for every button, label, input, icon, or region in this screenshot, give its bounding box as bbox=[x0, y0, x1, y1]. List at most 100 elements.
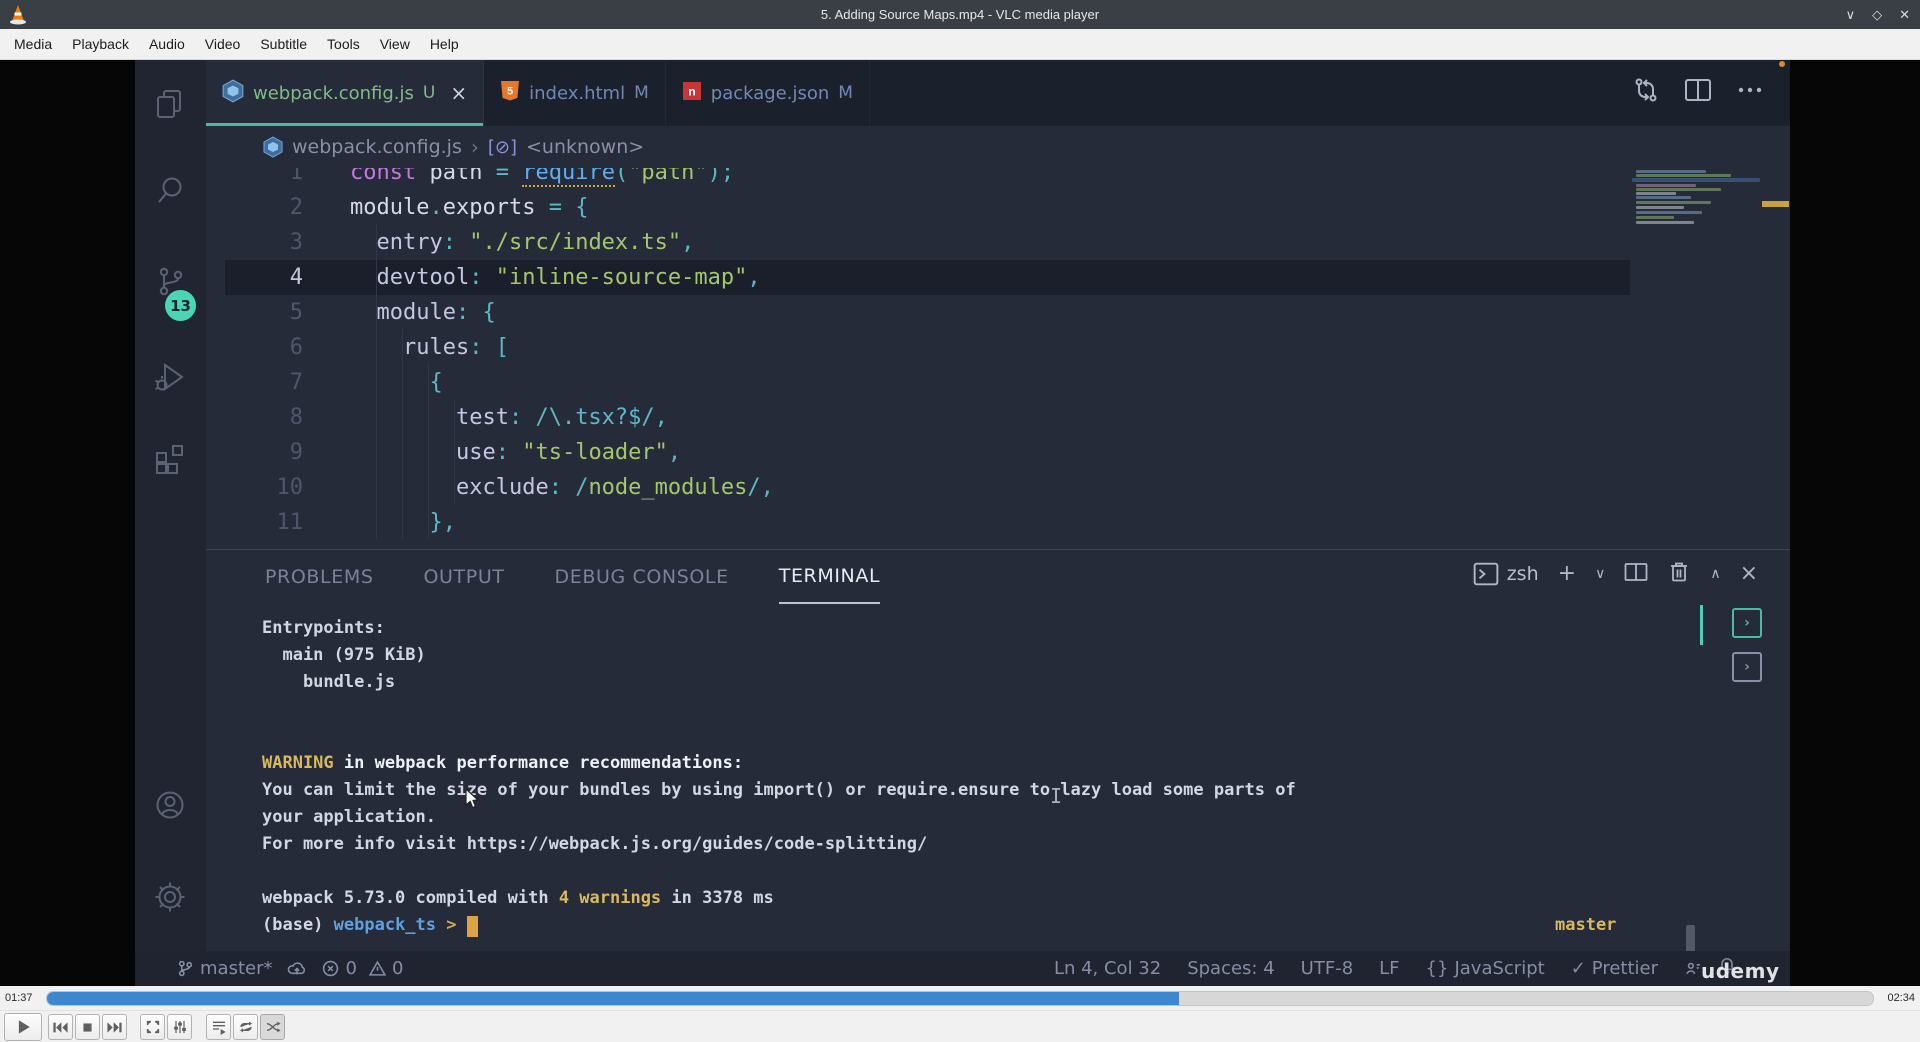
previous-button[interactable] bbox=[48, 1014, 73, 1040]
tab-index.html[interactable]: 5 index.html M bbox=[484, 60, 666, 126]
code-text: exclude: /node_modules/, bbox=[350, 470, 774, 505]
status-lf[interactable]: LF bbox=[1379, 958, 1399, 979]
code-line[interactable]: 6 rules: [ bbox=[225, 330, 1630, 365]
terminal-output[interactable]: Entrypoints: main (975 KiB) bundle.js WAR… bbox=[262, 615, 1296, 939]
code-line[interactable]: 9 use: "ts-loader", bbox=[225, 435, 1630, 470]
panel-tab-terminal[interactable]: TERMINAL bbox=[778, 550, 881, 604]
breadcrumb-symbol[interactable]: <unknown> bbox=[526, 136, 644, 158]
maximize-panel-icon[interactable]: ∧ bbox=[1710, 563, 1720, 585]
feedback-icon[interactable] bbox=[1684, 960, 1702, 977]
code-line[interactable]: 8 test: /\.tsx?$/, bbox=[225, 400, 1630, 435]
explorer-icon[interactable] bbox=[151, 85, 191, 125]
udemy-watermark: udemy bbox=[1701, 959, 1780, 983]
close-button[interactable]: ✕ bbox=[1899, 7, 1910, 23]
html-icon: 5 bbox=[500, 80, 520, 107]
shuffle-button[interactable] bbox=[260, 1014, 285, 1040]
run-debug-icon[interactable] bbox=[151, 358, 191, 398]
code-line[interactable]: 10 exclude: /node_modules/, bbox=[225, 470, 1630, 505]
terminal-session-2[interactable]: › bbox=[1732, 652, 1762, 682]
split-terminal-icon[interactable] bbox=[1624, 561, 1648, 587]
chevron-down-icon[interactable]: ∨ bbox=[1595, 563, 1605, 585]
status-javascript[interactable]: {} JavaScript bbox=[1426, 958, 1545, 979]
search-icon[interactable] bbox=[151, 172, 191, 212]
svg-text:5: 5 bbox=[507, 85, 513, 97]
minimap[interactable] bbox=[1632, 168, 1760, 226]
next-button[interactable] bbox=[102, 1014, 127, 1040]
status-item-label: LF bbox=[1379, 958, 1400, 979]
sync-item[interactable] bbox=[287, 960, 307, 977]
settings-gear-icon[interactable] bbox=[151, 878, 191, 918]
menu-view[interactable]: View bbox=[370, 29, 420, 59]
more-actions-icon[interactable] bbox=[1736, 76, 1764, 108]
extensions-icon[interactable] bbox=[151, 438, 191, 478]
menu-video[interactable]: Video bbox=[195, 29, 251, 59]
code-line[interactable]: 5 module: { bbox=[225, 295, 1630, 330]
warnings-count: 0 bbox=[391, 958, 404, 979]
kill-terminal-icon[interactable] bbox=[1667, 560, 1691, 588]
new-terminal-icon[interactable]: + bbox=[1558, 563, 1576, 585]
account-icon[interactable] bbox=[151, 786, 191, 826]
terminal-cursor bbox=[466, 916, 478, 937]
shell-label[interactable]: zsh bbox=[1507, 563, 1539, 585]
status-spaces-4[interactable]: Spaces: 4 bbox=[1187, 958, 1274, 979]
menu-help[interactable]: Help bbox=[420, 29, 469, 59]
errors-icon bbox=[323, 960, 339, 977]
code-line[interactable]: 2 module.exports = { bbox=[225, 190, 1630, 225]
window-controls: ∨ ◇ ✕ bbox=[1846, 0, 1910, 29]
panel-tab-problems[interactable]: PROBLEMS bbox=[265, 550, 374, 604]
minimap-line bbox=[1636, 174, 1731, 177]
playlist-button[interactable] bbox=[206, 1014, 231, 1040]
fullscreen-button[interactable] bbox=[140, 1014, 165, 1040]
split-editor-icon[interactable] bbox=[1684, 76, 1712, 108]
tab-webpack.config.js[interactable]: webpack.config.js U × bbox=[206, 60, 485, 126]
token: [ bbox=[495, 334, 509, 360]
status-item-label: Ln 4, Col 32 bbox=[1053, 958, 1162, 979]
loop-button[interactable] bbox=[233, 1014, 258, 1040]
symbol-icon: [⊘] bbox=[487, 136, 517, 158]
status-prettier[interactable]: ✓ Prettier bbox=[1571, 958, 1658, 979]
code-line[interactable]: 3 entry: "./src/index.ts", bbox=[225, 225, 1630, 260]
minimap-line bbox=[1636, 170, 1706, 173]
token: : bbox=[548, 474, 562, 500]
code-line[interactable]: 7 { bbox=[225, 365, 1630, 400]
stop-button[interactable] bbox=[75, 1014, 100, 1040]
token: = bbox=[535, 194, 576, 220]
token: : bbox=[442, 229, 456, 255]
video-frame[interactable]: 13 webpack.config.js U × 5 index.html Mn packa… bbox=[0, 60, 1920, 986]
play-button[interactable] bbox=[4, 1013, 42, 1041]
token: { bbox=[429, 369, 443, 395]
tab-package.json[interactable]: n package.json M bbox=[666, 60, 870, 126]
status-ln-4-col-32[interactable]: Ln 4, Col 32 bbox=[1054, 958, 1161, 979]
token: { bbox=[482, 299, 496, 325]
close-panel-icon[interactable]: × bbox=[1740, 563, 1758, 585]
git-branch-item[interactable]: master* bbox=[177, 958, 272, 979]
status-utf-8[interactable]: UTF-8 bbox=[1301, 958, 1353, 979]
maximize-button[interactable]: ◇ bbox=[1872, 7, 1882, 23]
breadcrumb[interactable]: webpack.config.js › [⊘] <unknown> bbox=[206, 126, 1790, 168]
menu-media[interactable]: Media bbox=[4, 29, 62, 59]
code-line[interactable]: 4 devtool: "inline-source-map", bbox=[225, 259, 1630, 295]
panel-tab-output[interactable]: OUTPUT bbox=[424, 550, 505, 604]
terminal-text: webpack_ts bbox=[333, 915, 437, 935]
token: test bbox=[455, 404, 509, 430]
menu-tools[interactable]: Tools bbox=[317, 29, 370, 59]
menu-subtitle[interactable]: Subtitle bbox=[250, 29, 317, 59]
panel-tab-debug-console[interactable]: DEBUG CONSOLE bbox=[555, 550, 729, 604]
minimize-button[interactable]: ∨ bbox=[1846, 7, 1856, 23]
tab-close-icon[interactable]: × bbox=[450, 81, 467, 105]
open-changes-icon[interactable] bbox=[1632, 76, 1660, 108]
code-line[interactable]: 11 }, bbox=[225, 505, 1630, 540]
tab-label: package.json bbox=[710, 82, 830, 104]
extended-settings-button[interactable] bbox=[167, 1014, 192, 1040]
terminal-icon: zsh bbox=[1473, 562, 1539, 586]
terminal-session-1[interactable]: › bbox=[1732, 608, 1762, 638]
problems-item[interactable]: 0 0 bbox=[322, 958, 403, 979]
menu-audio[interactable]: Audio bbox=[139, 29, 195, 59]
token: entry bbox=[376, 229, 443, 255]
status-item-label: UTF-8 bbox=[1300, 958, 1354, 979]
breadcrumb-file[interactable]: webpack.config.js bbox=[292, 136, 462, 158]
menu-playback[interactable]: Playback bbox=[62, 29, 139, 59]
seek-bar[interactable] bbox=[46, 991, 1874, 1006]
